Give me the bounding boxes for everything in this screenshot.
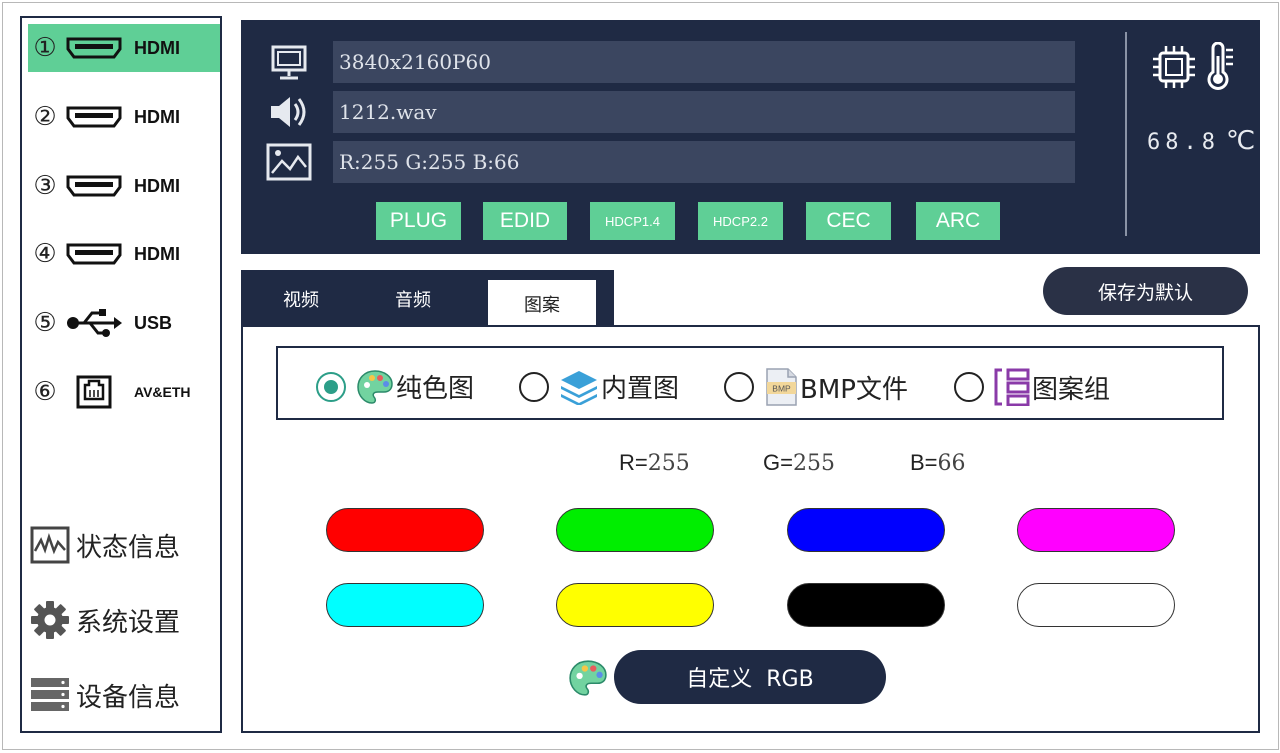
custom-rgb-button[interactable]: 自定义 RGB: [614, 650, 886, 704]
ethernet-port-icon: [62, 375, 126, 409]
pattern-value-field: R:255 G:255 B:66: [333, 141, 1075, 183]
input-label: AV&ETH: [134, 384, 191, 400]
rgb-r-readout: R=255: [619, 450, 690, 476]
cpu-chip-icon: [1151, 44, 1197, 95]
usb-icon: [62, 308, 126, 338]
sidebar-item-hdmi-1[interactable]: ① HDMI: [28, 24, 220, 72]
input-number: ②: [33, 102, 57, 132]
swatch-white[interactable]: [1017, 583, 1175, 627]
radio-label: 图案组: [1032, 374, 1111, 405]
bmp-file-icon: BMP: [764, 368, 798, 406]
radio-button[interactable]: [724, 372, 754, 402]
signal-info-panel: 3840x2160P60 1212.wav R:255 G:255 B:66 P…: [241, 20, 1260, 254]
chip-arc: ARC: [916, 202, 1000, 240]
radio-label: 纯色图: [396, 374, 475, 404]
palette-icon: [356, 369, 394, 405]
input-number: ⑤: [33, 308, 57, 338]
save-default-button[interactable]: 保存为默认: [1043, 267, 1248, 315]
waveform-icon: [28, 526, 72, 564]
input-label: HDMI: [134, 175, 180, 196]
input-number: ④: [33, 239, 57, 269]
sidebar: ① HDMI ② HDMI ③ HDMI ④ HDMI ⑤ USB ⑥ AV&E…: [20, 16, 222, 733]
b-label: B=: [910, 450, 938, 475]
radio-bmp-file[interactable]: BMP BMP文件: [724, 368, 908, 406]
rgb-b-readout: B=66: [910, 450, 966, 476]
tab-bar: 视频 音频 图案: [241, 270, 614, 327]
temperature-readout: 68.8 ℃: [1147, 126, 1255, 156]
input-number: ①: [33, 33, 57, 63]
temperature-value: 68.8: [1147, 130, 1220, 155]
rgb-g-readout: G=255: [763, 450, 835, 476]
temperature-unit: ℃: [1225, 126, 1256, 156]
g-label: G=: [763, 450, 793, 475]
sidebar-bottom-label: 系统设置: [76, 607, 181, 638]
chip-cec: CEC: [806, 202, 891, 240]
tab-video[interactable]: 视频: [251, 270, 351, 327]
swatch-green[interactable]: [556, 508, 714, 552]
swatch-black[interactable]: [787, 583, 945, 627]
sidebar-item-hdmi-3[interactable]: ③ HDMI: [28, 162, 220, 210]
sidebar-item-hdmi-2[interactable]: ② HDMI: [28, 93, 220, 141]
tab-pattern[interactable]: 图案: [488, 280, 596, 327]
sidebar-item-system-settings[interactable]: 系统设置: [28, 595, 220, 645]
pattern-type-group: 纯色图 内置图 BMP BMP文件 图案组: [276, 346, 1224, 420]
radio-builtin[interactable]: 内置图: [519, 368, 679, 405]
chip-plug: PLUG: [376, 202, 461, 240]
input-label: HDMI: [134, 106, 180, 127]
divider: [1125, 32, 1127, 236]
radio-button[interactable]: [954, 372, 984, 402]
sidebar-item-device-info[interactable]: 设备信息: [28, 670, 220, 720]
palette-icon: [568, 659, 608, 702]
input-label: HDMI: [134, 37, 180, 58]
video-format-field: 3840x2160P60: [333, 41, 1075, 83]
audio-source-field: 1212.wav: [333, 91, 1075, 133]
hdmi-port-icon: [62, 243, 126, 265]
layers-icon: [559, 369, 599, 405]
radio-label: 内置图: [601, 374, 680, 404]
server-stack-icon: [28, 677, 72, 713]
g-value: 255: [792, 451, 835, 476]
thermometer-icon: [1203, 41, 1237, 95]
monitor-icon: [261, 42, 317, 84]
input-number: ③: [33, 171, 57, 201]
b-value: 66: [937, 451, 966, 476]
swatch-red[interactable]: [326, 508, 484, 552]
radio-pattern-group[interactable]: 图案组: [954, 368, 1110, 406]
chip-hdcp14: HDCP1.4: [590, 202, 675, 240]
swatch-yellow[interactable]: [556, 583, 714, 627]
speaker-icon: [261, 91, 317, 133]
chip-edid: EDID: [483, 202, 567, 240]
input-label: USB: [134, 312, 173, 333]
radio-label: BMP文件: [800, 374, 908, 405]
sidebar-item-usb[interactable]: ⑤ USB: [28, 299, 220, 347]
swatch-magenta[interactable]: [1017, 508, 1175, 552]
sidebar-item-hdmi-4[interactable]: ④ HDMI: [28, 230, 220, 278]
swatch-cyan[interactable]: [326, 583, 484, 627]
sidebar-item-status[interactable]: 状态信息: [28, 520, 220, 570]
image-icon: [261, 141, 317, 183]
hdmi-port-icon: [62, 106, 126, 128]
sidebar-bottom-label: 设备信息: [76, 682, 181, 713]
gear-icon: [28, 600, 72, 640]
swatch-blue[interactable]: [787, 508, 945, 552]
r-label: R=: [619, 450, 648, 475]
input-label: HDMI: [134, 243, 180, 264]
r-value: 255: [647, 451, 690, 476]
radio-button[interactable]: [316, 371, 346, 402]
radio-solid-color[interactable]: 纯色图: [316, 368, 474, 405]
chip-hdcp22: HDCP2.2: [698, 202, 783, 240]
sidebar-bottom-label: 状态信息: [76, 532, 181, 563]
svg-text:BMP: BMP: [772, 384, 791, 394]
input-number: ⑥: [33, 377, 57, 407]
hdmi-port-icon: [62, 175, 126, 197]
tab-audio[interactable]: 音频: [363, 270, 463, 327]
pattern-group-icon: [994, 368, 1030, 406]
sidebar-item-av-eth[interactable]: ⑥ AV&ETH: [28, 368, 220, 416]
hdmi-port-icon: [62, 37, 126, 59]
radio-button[interactable]: [519, 371, 549, 402]
